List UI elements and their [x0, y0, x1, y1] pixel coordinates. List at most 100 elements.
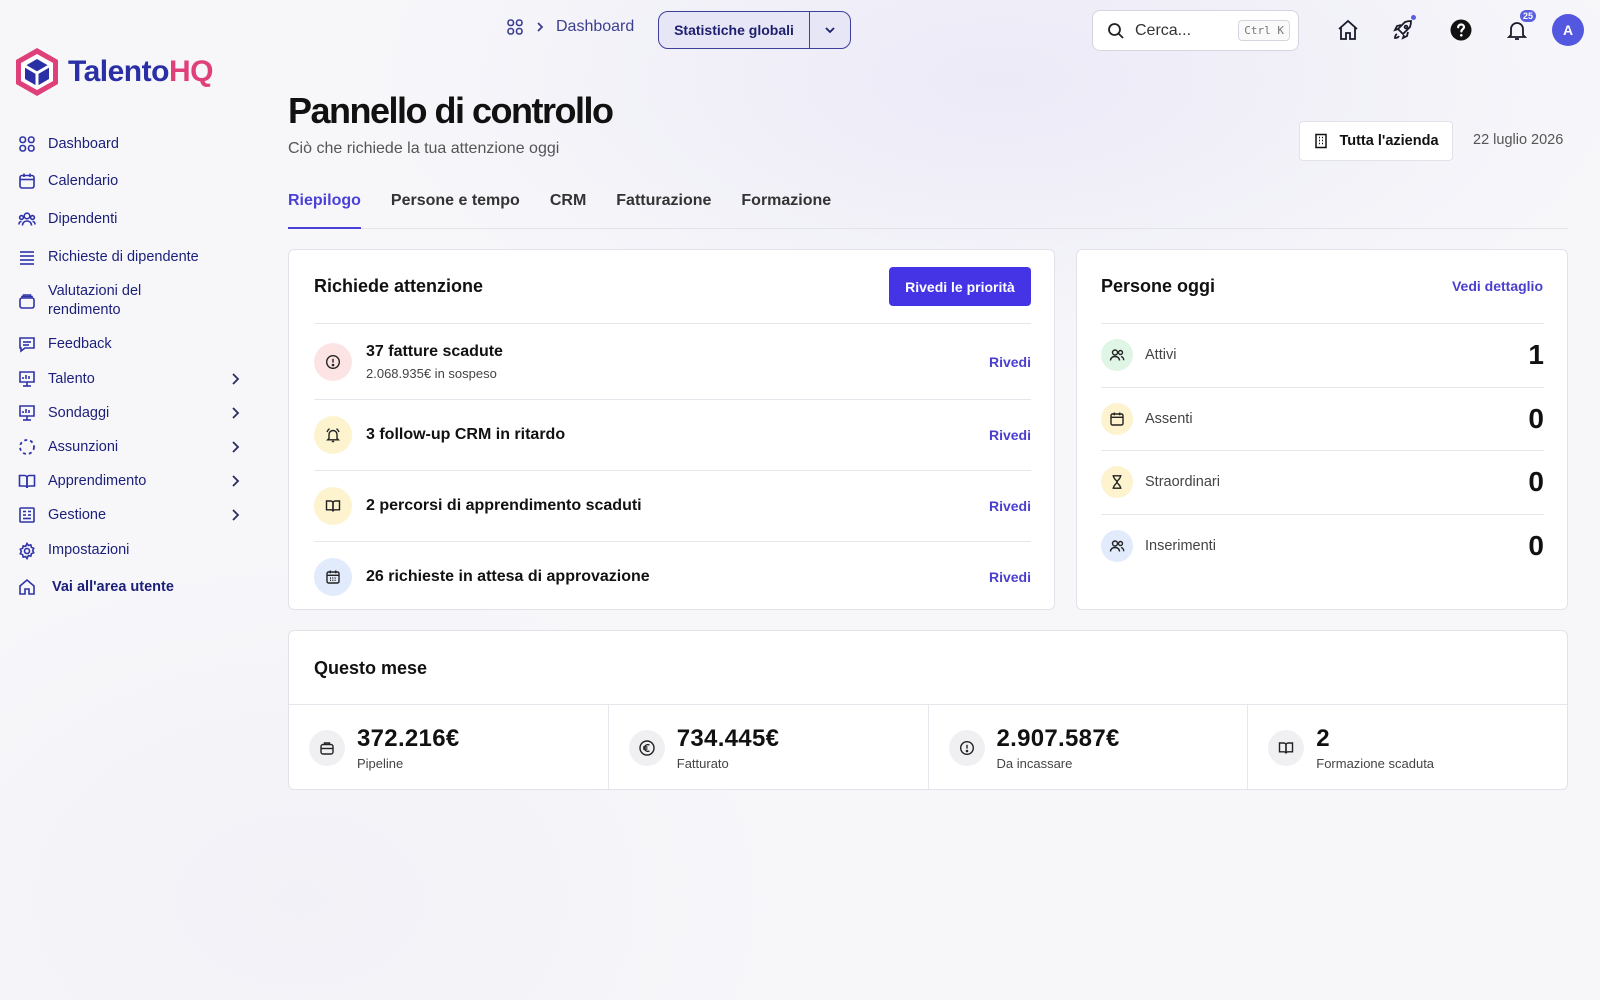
chart-icon: [18, 370, 36, 388]
view-detail-link[interactable]: Vedi dettaglio: [1452, 278, 1543, 294]
people-row-straordinari[interactable]: Straordinari 0: [1101, 450, 1544, 514]
home-icon: [18, 578, 36, 596]
sidebar-item-feedback[interactable]: Feedback: [18, 326, 246, 362]
sidebar-nav: Dashboard Calendario Dipendenti Richiest…: [18, 126, 246, 605]
page-subtitle: Ciò che richiede la tua attenzione oggi: [288, 140, 560, 157]
cube-logo-icon: [14, 46, 60, 98]
company-filter-button[interactable]: Tutta l'azienda: [1299, 121, 1453, 161]
brand-logo[interactable]: TalentoHQ: [14, 46, 213, 98]
rocket-icon[interactable]: [1391, 18, 1415, 42]
stat-pipeline[interactable]: 372.216€ Pipeline: [289, 705, 609, 790]
sidebar-item-dipendenti[interactable]: Dipendenti: [18, 200, 246, 238]
sidebar-item-richieste[interactable]: Richieste di dipendente: [18, 238, 246, 276]
tab-formazione[interactable]: Formazione: [741, 192, 831, 229]
scope-dropdown-button[interactable]: [810, 12, 850, 48]
sidebar-item-gestione[interactable]: Gestione: [18, 498, 246, 532]
search-shortcut: Ctrl K: [1238, 20, 1290, 41]
sidebar-item-impostazioni[interactable]: Impostazioni: [18, 532, 246, 569]
avatar[interactable]: A: [1552, 14, 1584, 46]
sidebar-item-label: Valutazioni del rendimento: [48, 283, 142, 318]
review-link[interactable]: Rivedi: [989, 354, 1031, 370]
bell-icon: [314, 416, 352, 454]
calendar-icon: [18, 172, 36, 190]
people-row-value: 0: [1528, 402, 1544, 434]
attention-item-title: 3 follow-up CRM in ritardo: [366, 426, 566, 443]
people-list: Attivi 1 Assenti 0 Straordinari 0 Inseri…: [1101, 323, 1544, 577]
stat-label: Fatturato: [676, 755, 729, 771]
sidebar-item-area-utente[interactable]: Vai all'area utente: [18, 569, 246, 605]
sidebar-item-label: Talento: [48, 370, 95, 387]
stat-label: Da incassare: [996, 755, 1073, 771]
attention-item-title: 37 fatture scadute: [366, 342, 503, 360]
sidebar-item-apprendimento[interactable]: Apprendimento: [18, 464, 246, 498]
stat-label: Formazione scaduta: [1316, 755, 1435, 771]
euro-icon: [628, 729, 665, 766]
chevron-right-icon: [228, 508, 242, 522]
review-link[interactable]: Rivedi: [989, 569, 1031, 585]
attention-title: Richiede attenzione: [314, 276, 484, 296]
list-icon: [18, 248, 36, 266]
folder-icon: [18, 292, 36, 310]
search-input[interactable]: [1135, 21, 1239, 40]
people-today-card: Persone oggi Vedi dettaglio Attivi 1 Ass…: [1076, 249, 1568, 610]
sidebar-item-valutazioni[interactable]: Valutazioni del rendimento: [18, 276, 246, 326]
tab-crm[interactable]: CRM: [550, 192, 586, 229]
building-icon: [1313, 133, 1329, 149]
tab-fatturazione[interactable]: Fatturazione: [616, 192, 711, 229]
users-icon: [1101, 339, 1133, 372]
stat-da-incassare[interactable]: 2.907.587€ Da incassare: [929, 705, 1249, 790]
grid-icon[interactable]: [506, 18, 524, 36]
people-row-assenti[interactable]: Assenti 0: [1101, 386, 1544, 451]
review-link[interactable]: Rivedi: [989, 498, 1031, 514]
attention-item-title: 26 richieste in attesa di approvazione: [366, 568, 650, 585]
tab-riepilogo[interactable]: Riepilogo: [288, 192, 361, 229]
stat-fatturato[interactable]: 734.445€ Fatturato: [609, 705, 929, 790]
review-link[interactable]: Rivedi: [989, 427, 1031, 443]
attention-list: 37 fatture scadute 2.068.935€ in sospeso…: [314, 323, 1031, 612]
book-icon: [18, 472, 36, 490]
list-item: 37 fatture scadute 2.068.935€ in sospeso…: [314, 323, 1031, 399]
sidebar-item-talento[interactable]: Talento: [18, 362, 246, 396]
tab-bar: Riepilogo Persone e tempo CRM Fatturazio…: [288, 192, 1568, 229]
people-row-inserimenti[interactable]: Inserimenti 0: [1101, 513, 1544, 578]
breadcrumb-current[interactable]: Dashboard: [556, 18, 634, 36]
list-item: 3 follow-up CRM in ritardo Rivedi: [314, 399, 1031, 470]
hourglass-icon: [1101, 466, 1133, 499]
home-icon[interactable]: [1336, 18, 1360, 42]
people-title: Persone oggi: [1101, 276, 1216, 296]
grid-icon: [18, 135, 36, 153]
people-row-attivi[interactable]: Attivi 1: [1101, 323, 1544, 387]
sidebar-item-dashboard[interactable]: Dashboard: [18, 126, 246, 162]
sidebar: TalentoHQ Dashboard Calendario Dipendent…: [0, 0, 260, 1000]
company-filter-label: Tutta l'azienda: [1339, 133, 1439, 149]
people-row-value: 0: [1528, 466, 1544, 498]
attention-item-title: 2 percorsi di apprendimento scaduti: [366, 497, 642, 514]
chevron-right-icon: [534, 21, 546, 33]
sidebar-item-label: Dashboard: [48, 135, 119, 152]
sidebar-item-sondaggi[interactable]: Sondaggi: [18, 396, 246, 430]
alert-circle-icon: [948, 729, 985, 766]
chevron-right-icon: [228, 372, 242, 386]
scope-button[interactable]: Statistiche globali: [659, 12, 810, 48]
current-date: 22 luglio 2026: [1473, 132, 1564, 148]
stat-formazione-scaduta[interactable]: 2 Formazione scaduta: [1248, 705, 1567, 790]
scope-selector[interactable]: Statistiche globali: [658, 11, 851, 49]
attention-item-subtitle: 2.068.935€ in sospeso: [366, 365, 497, 381]
sidebar-item-label: Richieste di dipendente: [48, 248, 199, 265]
people-row-label: Straordinari: [1145, 474, 1220, 491]
search-box[interactable]: Ctrl K: [1092, 10, 1299, 51]
chevron-right-icon: [228, 406, 242, 420]
sidebar-item-label: Feedback: [48, 335, 112, 352]
stat-label: Pipeline: [357, 755, 404, 771]
sidebar-item-label: Vai all'area utente: [52, 578, 174, 595]
tab-persone-e-tempo[interactable]: Persone e tempo: [391, 192, 520, 229]
sidebar-item-label: Sondaggi: [48, 404, 110, 421]
sidebar-item-calendario[interactable]: Calendario: [18, 162, 246, 200]
attention-card: Richiede attenzione Rivedi le priorità 3…: [288, 249, 1055, 610]
gear-icon: [18, 541, 36, 560]
help-icon[interactable]: [1449, 18, 1473, 42]
sidebar-item-label: Calendario: [48, 172, 119, 189]
sidebar-item-assunzioni[interactable]: Assunzioni: [18, 430, 246, 464]
review-priorities-button[interactable]: Rivedi le priorità: [889, 267, 1031, 306]
search-icon: [1107, 22, 1125, 40]
